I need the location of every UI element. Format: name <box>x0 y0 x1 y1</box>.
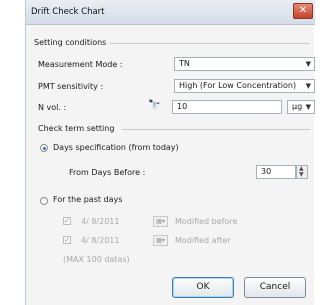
days-spec-label[interactable]: Days specification (from today) <box>53 143 179 152</box>
from-days-before-value: 30 <box>261 167 272 176</box>
calendar-icon: ▦▾ <box>156 237 165 244</box>
modified-before-date[interactable]: 4/ 8/2011 <box>81 217 119 226</box>
from-days-before-input[interactable]: 30 <box>256 165 296 179</box>
pmt-sensitivity-label: PMT sensitivity : <box>38 82 104 91</box>
cancel-button[interactable]: Cancel <box>244 277 306 298</box>
measurement-mode-label: Measurement Mode : <box>38 60 123 69</box>
close-icon: ✕ <box>298 5 308 16</box>
modified-after-date[interactable]: 4/ 8/2011 <box>81 236 119 245</box>
calendar-dropdown-button[interactable]: ▦▾ <box>153 235 168 246</box>
chevron-down-icon: ▼ <box>305 60 311 68</box>
past-days-radio[interactable] <box>40 197 48 205</box>
past-days-label[interactable]: For the past days <box>53 195 122 204</box>
days-spec-radio[interactable] <box>40 144 48 152</box>
calendar-dropdown-button[interactable]: ▦▾ <box>153 216 168 227</box>
n-vol-unit-select[interactable]: μg ▼ <box>287 100 315 114</box>
chevron-down-icon: ▼ <box>305 103 311 111</box>
pmt-sensitivity-select[interactable]: High (For Low Concentration) ▼ <box>174 79 315 93</box>
from-days-before-label: From Days Before : <box>69 168 146 177</box>
n-vol-input[interactable]: 10 <box>172 100 282 114</box>
max-datas-note: (MAX 100 datas) <box>63 255 130 264</box>
spin-down-icon: ▼ <box>299 171 304 178</box>
setting-conditions-label: Setting conditions <box>34 38 107 47</box>
measurement-mode-select[interactable]: TN ▼ <box>174 57 315 71</box>
ok-button[interactable]: OK <box>172 277 234 298</box>
modified-before-label: Modified before <box>175 217 238 226</box>
measurement-mode-value: TN <box>179 59 190 68</box>
close-button[interactable]: ✕ <box>293 3 313 19</box>
calendar-icon: ▦▾ <box>156 218 165 225</box>
n-vol-unit: μg <box>292 102 303 111</box>
dialog-window: Drift Check Chart ✕ Setting conditions M… <box>25 0 315 305</box>
modified-after-checkbox[interactable]: ✓ <box>63 236 71 244</box>
pmt-sensitivity-value: High (For Low Concentration) <box>179 81 297 90</box>
n-vol-value: 10 <box>177 102 188 111</box>
window-title: Drift Check Chart <box>31 7 105 17</box>
title-bar: Drift Check Chart ✕ <box>26 0 315 25</box>
modified-after-label: Modified after <box>175 236 231 245</box>
binoculars-icon[interactable]: 🔭 <box>148 101 160 111</box>
modified-before-checkbox[interactable]: ✓ <box>63 217 71 225</box>
divider <box>110 43 310 44</box>
days-spinner[interactable]: ▲ ▼ <box>296 165 308 179</box>
divider <box>122 129 310 130</box>
check-term-label: Check term setting <box>38 124 115 133</box>
n-vol-label: N vol. : <box>38 103 67 112</box>
chevron-down-icon: ▼ <box>305 82 311 90</box>
